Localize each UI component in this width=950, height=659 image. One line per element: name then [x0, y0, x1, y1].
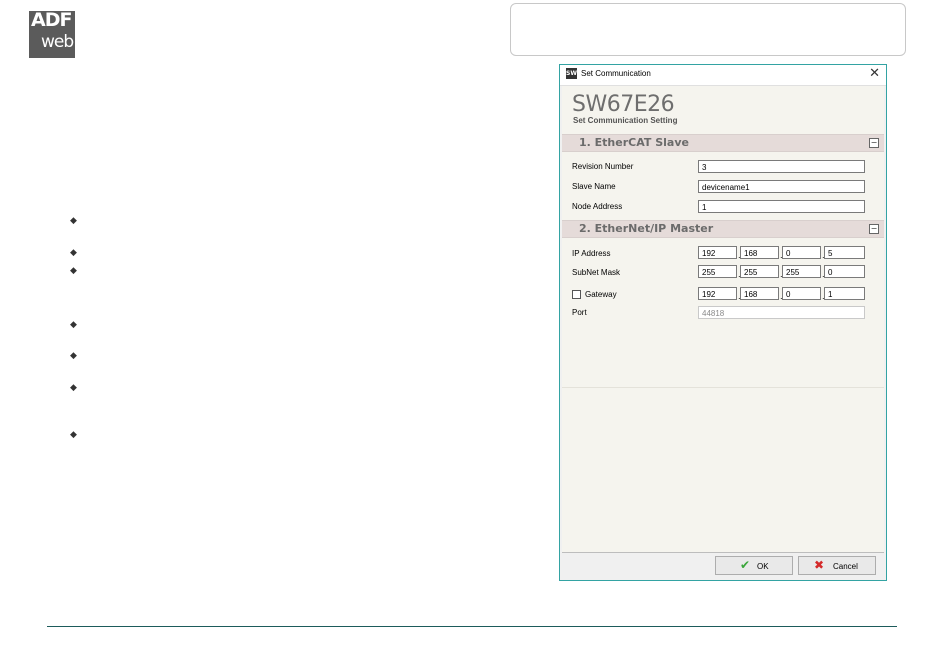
device-subheading: Set Communication Setting: [573, 116, 678, 125]
section-title: 2. EtherNet/IP Master: [579, 222, 714, 235]
cancel-button[interactable]: ✖ Cancel: [798, 556, 876, 575]
subnet-mask-label: SubNet Mask: [572, 268, 621, 277]
ip-octet-1[interactable]: 192: [698, 246, 737, 259]
section-ethernetip-master[interactable]: 2. EtherNet/IP Master −: [562, 220, 884, 238]
bullet-icon: ◆: [70, 248, 77, 258]
node-address-label: Node Address: [572, 202, 623, 211]
section-ethercat-slave[interactable]: 1. EtherCAT Slave −: [562, 134, 884, 152]
collapse-icon[interactable]: −: [869, 138, 879, 148]
bullet-icon: ◆: [70, 216, 77, 226]
logo-text-adf: ADF: [31, 11, 72, 31]
gateway-octet-4[interactable]: 1: [824, 287, 865, 300]
ok-button-label: OK: [757, 562, 769, 571]
revision-number-label: Revision Number: [572, 162, 634, 171]
close-icon[interactable]: ✕: [869, 66, 880, 81]
dialog-content: SW67E26 Set Communication Setting 1. Eth…: [562, 86, 884, 553]
ip-octet-3[interactable]: 0: [782, 246, 821, 259]
check-icon: ✔: [740, 558, 751, 572]
slave-name-label: Slave Name: [572, 182, 616, 191]
app-icon: SW: [566, 68, 577, 79]
gateway-label: Gateway: [585, 290, 617, 299]
bullet-icon: ◆: [70, 430, 77, 440]
bullet-icon: ◆: [70, 320, 77, 330]
subnet-octet-4[interactable]: 0: [824, 265, 865, 278]
dialog-titlebar[interactable]: SW Set Communication ✕: [560, 65, 886, 86]
content-divider: [562, 387, 884, 388]
port-input: 44818: [698, 306, 865, 319]
footer-divider: [47, 626, 897, 627]
bullet-icon: ◆: [70, 383, 77, 393]
cross-icon: ✖: [814, 558, 825, 572]
collapse-icon[interactable]: −: [869, 224, 879, 234]
revision-number-input[interactable]: 3: [698, 160, 865, 173]
subnet-octet-1[interactable]: 255: [698, 265, 737, 278]
ok-button[interactable]: ✔ OK: [715, 556, 793, 575]
device-heading: SW67E26: [572, 92, 675, 117]
set-communication-dialog: SW Set Communication ✕ SW67E26 Set Commu…: [559, 64, 887, 581]
adfweb-logo: ADF web: [29, 11, 75, 58]
node-address-input[interactable]: 1: [698, 200, 865, 213]
subnet-octet-3[interactable]: 255: [782, 265, 821, 278]
gateway-octet-1[interactable]: 192: [698, 287, 737, 300]
logo-text-web: web: [41, 32, 74, 52]
bullet-icon: ◆: [70, 351, 77, 361]
bullet-icon: ◆: [70, 266, 77, 276]
header-box: [510, 3, 906, 56]
dialog-title: Set Communication: [581, 69, 651, 78]
port-label: Port: [572, 308, 587, 317]
ip-address-label: IP Address: [572, 249, 611, 258]
subnet-octet-2[interactable]: 255: [740, 265, 779, 278]
gateway-octet-2[interactable]: 168: [740, 287, 779, 300]
ip-octet-4[interactable]: 5: [824, 246, 865, 259]
gateway-checkbox[interactable]: [572, 290, 581, 299]
cancel-button-label: Cancel: [833, 562, 858, 571]
section-title: 1. EtherCAT Slave: [579, 136, 689, 149]
gateway-octet-3[interactable]: 0: [782, 287, 821, 300]
ip-octet-2[interactable]: 168: [740, 246, 779, 259]
slave-name-input[interactable]: devicename1: [698, 180, 865, 193]
